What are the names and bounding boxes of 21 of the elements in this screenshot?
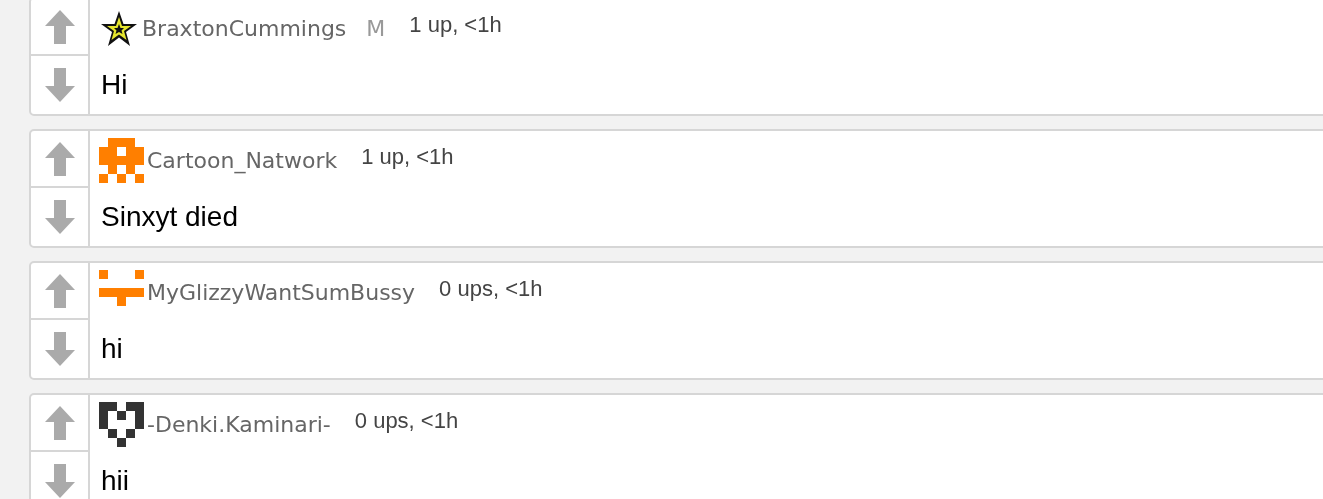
down-arrow-icon xyxy=(44,68,75,102)
up-arrow-icon xyxy=(44,405,75,440)
up-arrow-icon xyxy=(44,273,75,308)
username[interactable]: Cartoon_Natwork xyxy=(147,144,338,177)
vote-time-meta: 0 ups, <1h xyxy=(354,407,459,435)
username[interactable]: MyGlizzyWantSumBussy xyxy=(147,276,416,309)
down-arrow-icon xyxy=(44,332,75,366)
vote-time-meta: 1 up, <1h xyxy=(409,11,502,39)
up-arrow-icon xyxy=(44,141,75,176)
comment-text: hi xyxy=(101,332,123,366)
down-arrow-icon xyxy=(44,200,75,234)
username[interactable]: -Denki.Kaminari- xyxy=(147,408,331,441)
vote-time-meta: 1 up, <1h xyxy=(361,143,454,171)
comment-text: hii xyxy=(101,464,129,498)
comment-text: Hi xyxy=(101,68,128,102)
moderator-label: M xyxy=(366,15,386,43)
username[interactable]: BraxtonCummings xyxy=(142,12,347,45)
vote-time-meta: 0 ups, <1h xyxy=(439,275,543,303)
comment-text: Sinxyt died xyxy=(101,200,238,234)
down-arrow-icon xyxy=(44,464,75,498)
up-arrow-icon xyxy=(44,9,75,44)
